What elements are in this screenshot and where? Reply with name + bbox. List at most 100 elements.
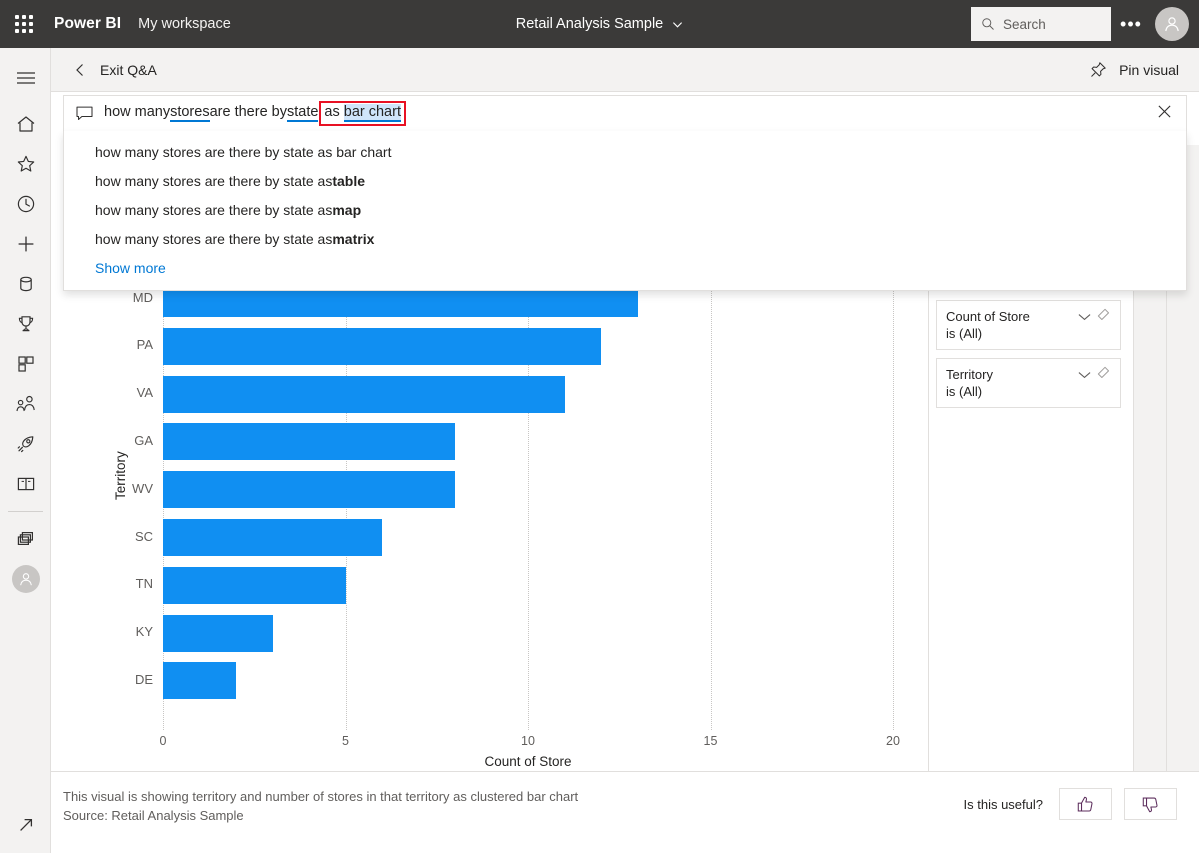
chart-y-axis-tick-label: SC — [134, 528, 153, 544]
feedback-controls: Is this useful? — [963, 788, 1177, 820]
more-options-button[interactable]: ••• — [1111, 4, 1151, 44]
chart-y-axis-tick-label: TN — [135, 576, 153, 592]
sidebar-item-shared-with-me[interactable] — [0, 384, 51, 424]
chart-bar[interactable] — [163, 375, 565, 413]
thumbs-up-button[interactable] — [1059, 788, 1112, 820]
left-navigation-rail — [0, 48, 51, 853]
chevron-down-icon[interactable] — [1078, 309, 1091, 324]
filter-field-name: Count of Store — [946, 308, 1030, 324]
sidebar-item-nav-toggle[interactable] — [0, 58, 51, 98]
search-placeholder: Search — [1003, 16, 1046, 32]
workspace-label[interactable]: My workspace — [138, 16, 231, 32]
chart-x-axis-tick-label: 10 — [521, 734, 535, 748]
search-icon — [982, 18, 994, 30]
sidebar-item-deployment-pipelines[interactable] — [0, 424, 51, 464]
qna-token-3: state — [286, 104, 319, 122]
filter-card-header: Count of Store — [946, 308, 1111, 324]
qna-highlighted-selection[interactable]: as bar chart — [319, 101, 406, 126]
sidebar-item-apps[interactable] — [0, 344, 51, 384]
filter-card[interactable]: Count of Store is (All) — [936, 300, 1121, 350]
sidebar-item-account[interactable] — [0, 559, 51, 599]
chart-bar[interactable] — [163, 566, 346, 604]
qna-suggestion-text: how many stores are there by state as — [95, 230, 333, 247]
qna-question-input[interactable]: how many stores are there by state as ba… — [63, 95, 1187, 132]
top-navigation-bar: Power BI My workspace Retail Analysis Sa… — [0, 0, 1199, 48]
filter-card[interactable]: Territory is (All) — [936, 358, 1121, 408]
sidebar-item-home[interactable] — [0, 104, 51, 144]
chart-x-axis-title: Count of Store — [484, 754, 572, 769]
qna-suggestion-item[interactable]: how many stores are there by state as ta… — [64, 166, 1186, 195]
clear-question-button[interactable] — [1157, 104, 1172, 124]
sidebar-item-create[interactable] — [0, 224, 51, 264]
qna-suggestions-dropdown: how many stores are there by state as ba… — [63, 131, 1187, 291]
sidebar-bottom-actions — [0, 805, 51, 845]
home-icon — [17, 116, 34, 132]
exit-qna-label: Exit Q&A — [100, 61, 157, 78]
sidebar-item-goals[interactable] — [0, 304, 51, 344]
eraser-icon[interactable] — [1097, 366, 1111, 382]
chart-bar[interactable] — [163, 662, 236, 700]
chart-x-axis-tick-label: 5 — [342, 734, 349, 748]
qna-token-2: are there by — [209, 104, 287, 120]
database-icon — [19, 276, 32, 292]
qna-suggestion-item[interactable]: how many stores are there by state as ma… — [64, 195, 1186, 224]
chart-y-axis-tick-label: MD — [132, 289, 153, 305]
report-title-text: Retail Analysis Sample — [515, 16, 664, 32]
thumbs-down-icon — [1142, 797, 1158, 812]
feedback-label: Is this useful? — [963, 796, 1044, 812]
chevron-left-icon — [76, 63, 83, 76]
visual-description-block: This visual is showing territory and num… — [63, 787, 578, 825]
chart-bar[interactable] — [163, 327, 601, 365]
chart-bar[interactable] — [163, 423, 455, 461]
plus-icon — [18, 236, 33, 252]
qna-selection-term: bar chart — [343, 104, 401, 122]
sidebar-item-learn[interactable] — [0, 464, 51, 504]
chart-x-axis-tick-label: 0 — [159, 734, 167, 748]
user-avatar-icon — [1165, 17, 1179, 32]
hamburger-icon — [16, 72, 35, 84]
chart-y-axis-tick-label: KY — [135, 624, 153, 640]
sidebar-divider — [7, 511, 43, 512]
brand-label[interactable]: Power BI — [54, 15, 121, 33]
layers-icon — [17, 531, 33, 546]
eraser-icon[interactable] — [1097, 308, 1111, 324]
qna-suggestion-item[interactable]: how many stores are there by state as ma… — [64, 224, 1186, 253]
qna-suggestion-item[interactable]: how many stores are there by state as ba… — [64, 137, 1186, 166]
clock-icon — [17, 195, 34, 213]
sidebar-item-datahub[interactable] — [0, 264, 51, 304]
thumbs-down-button[interactable] — [1124, 788, 1177, 820]
pin-visual-button[interactable]: Pin visual — [1090, 61, 1179, 78]
chart-bar[interactable] — [163, 614, 273, 652]
star-icon — [17, 155, 34, 172]
qna-show-more-button[interactable]: Show more — [64, 253, 1186, 282]
chart-bar[interactable] — [163, 471, 455, 509]
pin-icon — [1091, 62, 1106, 77]
book-icon — [17, 477, 34, 491]
filter-field-name: Territory — [946, 366, 993, 382]
chart-bar[interactable] — [163, 519, 382, 556]
sidebar-item-favorites[interactable] — [0, 144, 51, 184]
user-avatar-icon — [19, 573, 32, 586]
qna-footer: This visual is showing territory and num… — [51, 771, 1199, 853]
app-launcher-button[interactable] — [0, 0, 48, 48]
arrow-expand-icon — [19, 818, 32, 831]
sidebar-item-recent[interactable] — [0, 184, 51, 224]
sidebar-item-workspaces[interactable] — [0, 519, 51, 559]
close-icon — [1158, 104, 1171, 118]
chart-y-axis-tick-label: PA — [136, 337, 153, 353]
report-title-dropdown[interactable]: Retail Analysis Sample — [516, 16, 684, 32]
sidebar-item-expand[interactable] — [0, 805, 51, 845]
chart-gridline — [710, 225, 712, 730]
chevron-down-icon[interactable] — [1078, 367, 1091, 382]
search-input[interactable]: Search — [971, 7, 1111, 41]
chart-y-axis-title: Territory — [113, 451, 128, 500]
filter-card-value: is (All) — [946, 326, 983, 341]
chart-y-axis-tick-label: VA — [136, 385, 153, 401]
qna-suggestion-bold: table — [332, 172, 366, 189]
top-bar-actions: Search ••• — [971, 4, 1199, 44]
qna-suggestion-text: how many stores are there by state as — [95, 201, 333, 218]
visual-source: Source: Retail Analysis Sample — [63, 808, 244, 823]
exit-qna-button[interactable]: Exit Q&A — [74, 62, 157, 78]
avatar[interactable] — [1155, 7, 1189, 41]
chart-x-axis-tick-label: 20 — [886, 734, 900, 748]
